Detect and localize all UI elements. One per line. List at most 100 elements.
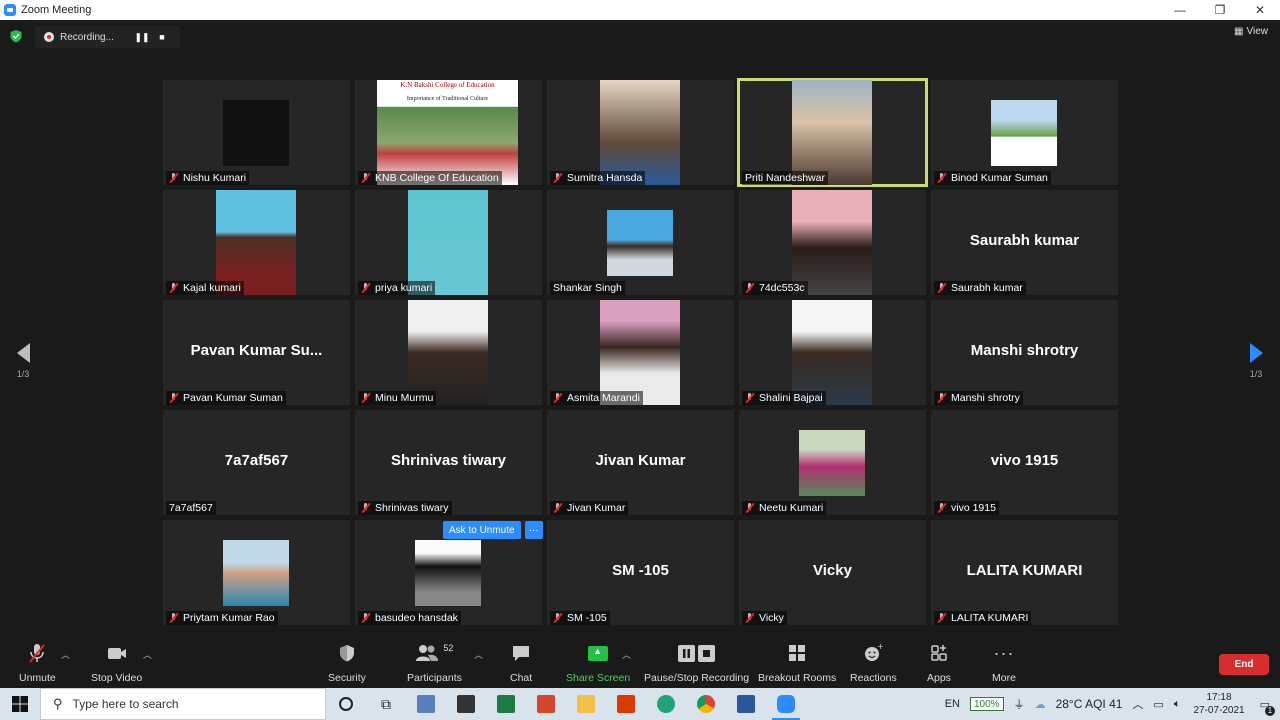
more-button[interactable]: ··· More [992,640,1016,685]
volume-icon[interactable]: 🔈︎ [1174,698,1181,711]
participant-tile[interactable]: 7a7af567 7a7af567 [163,410,350,515]
security-button[interactable]: Security [328,640,366,684]
edge-icon[interactable] [646,688,686,720]
minimize-icon[interactable]: — [1160,0,1200,20]
participant-name-label: 74dc553c [742,281,808,295]
participant-name-label: Priti Nandeshwar [742,171,828,185]
show-hidden-icons-icon[interactable]: ︿ [1132,696,1143,712]
network-icon[interactable]: ▭ [1153,698,1163,711]
share-options-caret-icon[interactable]: ︿ [622,648,631,661]
battery-indicator[interactable]: 100% [970,697,1004,711]
unmute-button[interactable]: Unmute [19,640,56,684]
pause-stop-recording-label: Pause/Stop Recording [644,672,750,684]
previous-page-button[interactable]: 1/3 [13,343,33,383]
power-plug-icon[interactable]: ⏚ [1014,696,1025,712]
participant-tile[interactable]: Sumitra Hansda [547,80,734,185]
stop-recording-icon[interactable]: ■ [154,29,170,45]
participant-tile[interactable]: Shankar Singh [547,190,734,295]
audio-options-caret-icon[interactable]: ︿ [61,648,70,661]
pause-stop-recording-button[interactable]: Pause/Stop Recording [644,640,749,684]
page-indicator-left: 1/3 [16,369,30,379]
participant-name: SM -105 [567,612,607,624]
taskbar-search-box[interactable]: ⚲ Type here to search [40,688,326,720]
pause-recording-icon[interactable]: ❚❚ [134,29,150,45]
participant-tile[interactable]: priya kumari [355,190,542,295]
chat-label: Chat [510,672,533,684]
apps-icon [931,645,947,661]
microphone-muted-icon [169,173,178,183]
participant-tile[interactable]: Pavan Kumar Su... Pavan Kumar Suman [163,300,350,405]
language-indicator[interactable]: EN [945,698,960,710]
participant-display-name: Vicky [813,562,852,579]
app-icon-red[interactable] [526,688,566,720]
view-button[interactable]: ▦ View [1234,26,1268,37]
participant-tile[interactable]: Vicky Vicky [739,520,926,625]
zoom-taskbar-icon[interactable] [766,688,806,720]
close-icon[interactable]: ✕ [1240,0,1280,20]
profile-picture [223,100,289,166]
maximize-icon[interactable]: ❐ [1200,0,1240,20]
participant-tile[interactable]: Neetu Kumari [739,410,926,515]
participant-tile[interactable]: Asmita Marandi [547,300,734,405]
encryption-shield-icon[interactable] [9,29,23,43]
share-screen-button[interactable]: Share Screen [566,640,630,684]
participant-name-label: Shankar Singh [550,281,625,295]
participant-tile[interactable]: 74dc553c [739,190,926,295]
participant-name: Sumitra Hansda [567,172,643,184]
participants-label: Participants [407,672,462,684]
end-meeting-button[interactable]: End [1219,654,1269,675]
participant-tile[interactable]: K.N Bakshi College of Education Importanc… [355,80,542,185]
participant-tile[interactable]: Jivan Kumar Jivan Kumar [547,410,734,515]
participant-tile[interactable]: Nishu Kumari [163,80,350,185]
participant-tile[interactable]: LALITA KUMARI LALITA KUMARI [931,520,1118,625]
reactions-button[interactable]: + Reactions [850,640,897,684]
meeting-toolbar: Unmute ︿ Stop Video ︿ Security 52 Partic… [0,632,1280,688]
file-explorer-icon[interactable] [566,688,606,720]
profile-picture [607,210,673,276]
participant-name-label: Minu Murmu [358,391,437,405]
participants-icon [416,645,439,661]
participant-tile[interactable]: Shalini Bajpai [739,300,926,405]
word-icon[interactable] [726,688,766,720]
store-icon[interactable] [446,688,486,720]
participant-tile[interactable]: Saurabh kumar Saurabh kumar [931,190,1118,295]
cortana-icon[interactable] [326,688,366,720]
next-page-button[interactable]: 1/3 [1246,343,1266,383]
more-options-button[interactable]: ··· [524,521,543,539]
participant-tile[interactable]: SM -105 SM -105 [547,520,734,625]
participant-tile[interactable]: Shrinivas tiwary Shrinivas tiwary [355,410,542,515]
participant-tile[interactable]: vivo 1915 vivo 1915 [931,410,1118,515]
participant-tile[interactable]: Kajal kumari [163,190,350,295]
arrow-right-icon [1249,343,1263,363]
chrome-icon[interactable] [686,688,726,720]
participant-display-name: SM -105 [612,562,669,579]
video-options-caret-icon[interactable]: ︿ [143,648,152,661]
participant-tile[interactable]: Priti Nandeshwar [737,78,928,187]
notifications-icon[interactable]: ▭ 1 [1260,698,1275,716]
clock[interactable]: 17:18 27-07-2021 [1193,691,1244,717]
participant-tile[interactable]: Priytam Kumar Rao [163,520,350,625]
app-icon-1[interactable] [406,688,446,720]
participants-caret-icon[interactable]: ︿ [474,648,483,661]
windows-start-button[interactable] [0,688,40,720]
microphone-muted-icon [361,283,370,293]
participant-name: Nishu Kumari [183,172,247,184]
participant-name: Minu Murmu [375,392,434,404]
stop-video-button[interactable]: Stop Video [91,640,142,684]
weather-text[interactable]: 28°C AQI 41 [1056,697,1123,711]
breakout-rooms-button[interactable]: Breakout Rooms [758,640,836,684]
excel-icon[interactable] [486,688,526,720]
apps-button[interactable]: Apps [927,640,951,684]
ask-to-unmute-button[interactable]: Ask to Unmute [443,521,521,539]
participant-tile[interactable]: Binod Kumar Suman [931,80,1118,185]
chat-button[interactable]: Chat [510,640,532,684]
participant-name-label: Priytam Kumar Rao [166,611,278,625]
participant-tile[interactable]: Manshi shrotry Manshi shrotry [931,300,1118,405]
office-icon[interactable] [606,688,646,720]
participant-name-label: Kajal kumari [166,281,244,295]
participants-button[interactable]: 52 Participants [407,640,462,684]
microphone-muted-icon [745,613,754,623]
participant-tile[interactable]: Minu Murmu [355,300,542,405]
participant-name: Shalini Bajpai [759,392,823,404]
task-view-icon[interactable]: ⧉ [366,688,406,720]
